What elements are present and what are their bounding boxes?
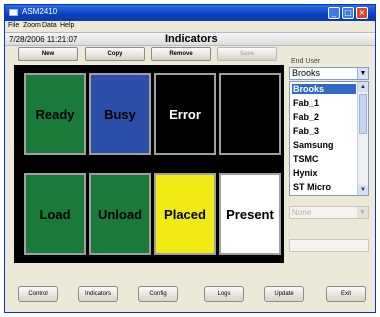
maximize-button[interactable]: □ — [342, 7, 354, 19]
menu-file[interactable]: File — [8, 22, 19, 29]
window-title: ASM2410 — [22, 7, 58, 16]
page-title: Indicators — [165, 33, 218, 45]
header-bar: 7/28/2006 11:21:07 Indicators — [5, 32, 375, 46]
menu-help[interactable]: Help — [60, 22, 74, 29]
chevron-down-icon[interactable]: ▼ — [357, 207, 368, 218]
copy-button[interactable]: Copy — [85, 47, 145, 61]
list-item[interactable]: ST Micro — [292, 182, 356, 192]
exit-button[interactable]: Exit — [326, 286, 366, 302]
close-button[interactable]: × — [356, 7, 368, 19]
title-bar[interactable]: ASM2410 _ □ × — [5, 5, 375, 21]
app-icon — [9, 9, 18, 16]
minimize-button[interactable]: _ — [328, 7, 340, 19]
remove-button[interactable]: Remove — [151, 47, 211, 61]
control-button[interactable]: Control — [18, 286, 58, 302]
menu-zoom[interactable]: Zoom — [23, 22, 41, 29]
indicator-present[interactable]: Present — [219, 173, 281, 255]
chevron-down-icon[interactable]: ▼ — [357, 68, 368, 79]
list-item[interactable]: Fab_3 — [292, 126, 356, 136]
scroll-up-icon[interactable]: ▲ — [358, 82, 368, 92]
indicator-ready[interactable]: Ready — [24, 73, 86, 155]
list-item[interactable]: Samsung — [292, 140, 356, 150]
indicator-error[interactable]: Error — [154, 73, 216, 155]
indicator-grid: Ready Busy Error Load Unload Placed Pres… — [14, 65, 284, 263]
new-button[interactable]: New — [18, 47, 78, 61]
indicator-unload[interactable]: Unload — [89, 173, 151, 255]
scroll-thumb[interactable] — [359, 94, 367, 134]
end-user-dropdown[interactable]: Brooks ▼ — [289, 67, 369, 80]
save-button[interactable]: Save — [217, 47, 277, 61]
secondary-dropdown[interactable]: None ▼ — [289, 206, 369, 219]
menu-bar: File Zoom Data Help — [5, 21, 375, 32]
logs-button[interactable]: Logs — [204, 286, 244, 302]
config-button[interactable]: Config — [138, 286, 178, 302]
indicator-load[interactable]: Load — [24, 173, 86, 255]
indicator-busy[interactable]: Busy — [89, 73, 151, 155]
list-item[interactable]: Fab_2 — [292, 112, 356, 122]
secondary-text-field[interactable] — [289, 239, 369, 252]
update-button[interactable]: Update — [264, 286, 304, 302]
list-item[interactable]: TSMC — [292, 154, 356, 164]
indicators-button[interactable]: Indicators — [78, 286, 118, 302]
datetime-display: 7/28/2006 11:21:07 — [9, 35, 78, 44]
end-user-list[interactable]: Brooks Fab_1 Fab_2 Fab_3 Samsung TSMC Hy… — [289, 81, 369, 196]
end-user-label: End User — [291, 58, 321, 65]
indicator-placed[interactable]: Placed — [154, 173, 216, 255]
list-item[interactable]: Hynix — [292, 168, 356, 178]
secondary-selected-value: None — [292, 208, 312, 217]
indicator-empty[interactable] — [219, 73, 281, 155]
list-scrollbar[interactable]: ▲ ▼ — [357, 82, 368, 195]
scroll-down-icon[interactable]: ▼ — [358, 185, 368, 195]
list-item[interactable]: Fab_1 — [292, 98, 356, 108]
end-user-selected-value: Brooks — [292, 68, 321, 78]
list-item[interactable]: Brooks — [292, 84, 356, 94]
menu-data[interactable]: Data — [42, 22, 57, 29]
